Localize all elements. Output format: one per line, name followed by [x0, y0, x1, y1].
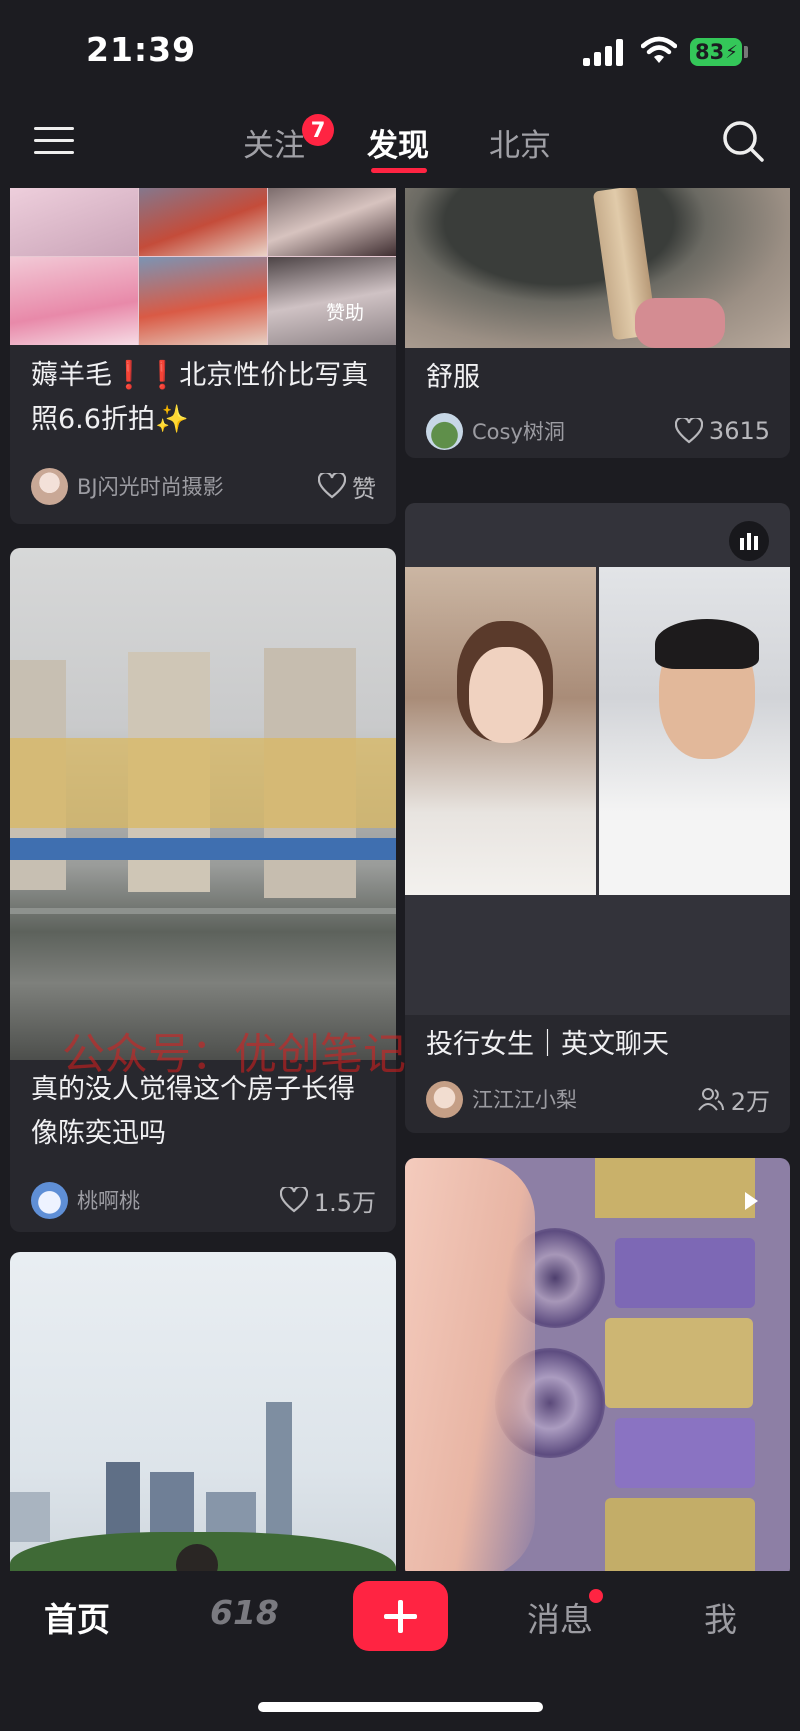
- wifi-icon: [641, 36, 677, 63]
- heart-icon: [279, 1187, 308, 1213]
- like-count: 1.5万: [313, 1188, 376, 1217]
- tab-618-promo[interactable]: 618: [210, 1593, 279, 1632]
- avatar[interactable]: [426, 412, 463, 450]
- avatar[interactable]: [426, 1080, 463, 1118]
- note-card[interactable]: 赞助 薅羊毛❗❗北京性价比写真照6.6折拍✨ BJ闪光时尚摄影 赞: [10, 188, 396, 524]
- note-meta: 桃啊桃 1.5万: [31, 1180, 376, 1220]
- note-meta: 江江江小梨 2万: [426, 1079, 770, 1119]
- note-card[interactable]: [405, 1158, 790, 1571]
- note-card[interactable]: [10, 1252, 396, 1571]
- video-play-icon: [745, 1192, 758, 1210]
- note-meta: BJ闪光时尚摄影 赞: [31, 466, 376, 506]
- note-card[interactable]: 投行女生｜英文聊天 江江江小梨 2万: [405, 503, 790, 1133]
- live-stats-icon[interactable]: [729, 521, 769, 561]
- status-time: 21:39: [86, 30, 197, 69]
- like-button[interactable]: 赞: [318, 469, 376, 504]
- search-icon[interactable]: [720, 118, 766, 164]
- avatar[interactable]: [31, 1181, 68, 1219]
- note-meta: Cosy树洞 3615: [426, 411, 770, 451]
- menu-icon[interactable]: [34, 124, 76, 158]
- note-title: 舒服: [426, 362, 480, 393]
- follow-badge: 7: [302, 114, 334, 146]
- viewers-count: 2万: [697, 1082, 770, 1117]
- like-count: 3615: [708, 417, 770, 445]
- tab-follow[interactable]: 关注: [243, 120, 305, 165]
- note-cover-video: [405, 1158, 790, 1571]
- battery-level: 83: [695, 40, 725, 64]
- author-name[interactable]: 桃啊桃: [77, 1185, 280, 1215]
- add-post-button[interactable]: [353, 1581, 448, 1651]
- author-name[interactable]: BJ闪光时尚摄影: [77, 471, 318, 501]
- top-nav: 关注 7 发现 北京: [0, 100, 800, 188]
- viewer-count: 2万: [730, 1087, 770, 1116]
- note-card[interactable]: 真的没人觉得这个房子长得像陈奕迅吗 桃啊桃 1.5万: [10, 548, 396, 1232]
- people-icon: [697, 1088, 724, 1111]
- avatar[interactable]: [31, 467, 68, 505]
- tab-city[interactable]: 北京: [489, 120, 551, 165]
- author-name[interactable]: 江江江小梨: [472, 1084, 697, 1114]
- tab-messages[interactable]: 消息: [527, 1593, 593, 1641]
- note-card[interactable]: 舒服 Cosy树洞 3615: [405, 188, 790, 458]
- heart-icon: [674, 418, 703, 444]
- author-name[interactable]: Cosy树洞: [472, 416, 675, 446]
- cellular-signal-icon: [583, 38, 627, 66]
- battery-indicator: 83 ⚡: [690, 38, 742, 66]
- like-count: 赞: [352, 474, 376, 503]
- tab-discover[interactable]: 发现: [367, 120, 429, 165]
- status-bar: 21:39 83 ⚡: [0, 0, 800, 100]
- note-cover-video: [405, 503, 790, 1015]
- feed[interactable]: 赞助 薅羊毛❗❗北京性价比写真照6.6折拍✨ BJ闪光时尚摄影 赞 真的没人觉得…: [0, 188, 800, 1571]
- charging-icon: ⚡: [725, 41, 738, 63]
- note-cover-collage: 赞助: [10, 188, 396, 345]
- messages-unread-dot: [589, 1589, 603, 1603]
- tab-home[interactable]: 首页: [44, 1593, 110, 1641]
- tab-me[interactable]: 我: [704, 1593, 737, 1641]
- like-button[interactable]: 1.5万: [279, 1183, 376, 1218]
- watermark: 公众号：优创笔记: [62, 1030, 406, 1080]
- active-tab-indicator: [371, 168, 427, 173]
- note-cover-image: [10, 1252, 396, 1571]
- heart-icon: [318, 473, 346, 499]
- note-cover-image: [10, 548, 396, 1060]
- note-cover-image: [405, 188, 790, 348]
- home-indicator[interactable]: [258, 1702, 543, 1712]
- note-title: 投行女生｜英文聊天: [426, 1029, 669, 1060]
- like-button[interactable]: 3615: [674, 417, 770, 445]
- note-title: 薅羊毛❗❗北京性价比写真照6.6折拍✨: [31, 360, 369, 435]
- battery-cap: [744, 46, 748, 58]
- cover-overlay-label: 赞助: [326, 302, 365, 324]
